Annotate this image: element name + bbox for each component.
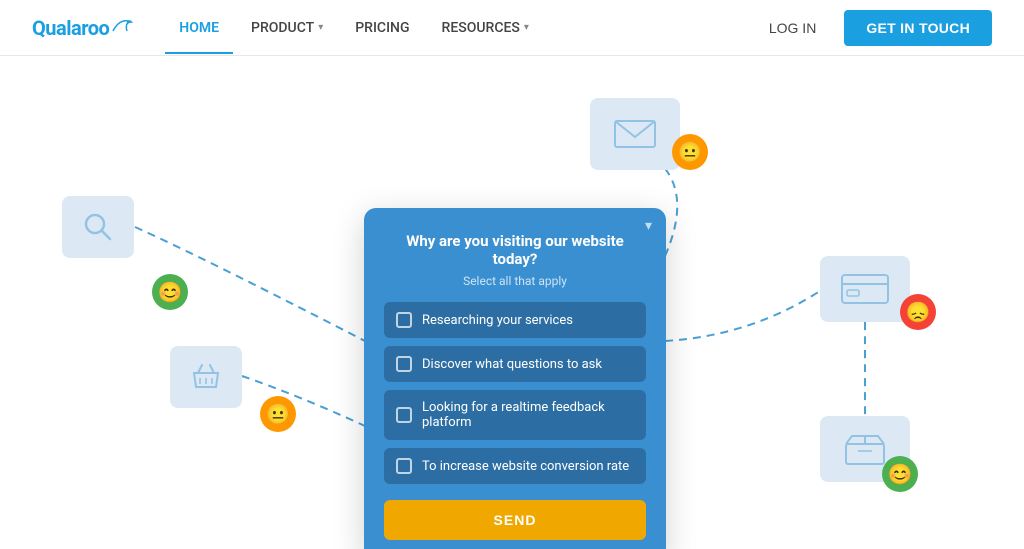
- survey-option-3[interactable]: Looking for a realtime feedback platform: [384, 390, 646, 440]
- checkbox-2[interactable]: [396, 356, 412, 372]
- checkbox-3[interactable]: [396, 407, 412, 423]
- envelope-card: [590, 98, 680, 170]
- send-button[interactable]: SEND: [384, 500, 646, 540]
- emoji-sad-1: 😞: [900, 294, 936, 330]
- survey-subtitle: Select all that apply: [384, 274, 646, 288]
- magnifier-card: [62, 196, 134, 258]
- creditcard-card: [820, 256, 910, 322]
- survey-collapse-icon[interactable]: ▾: [645, 218, 652, 234]
- logo-bird-icon: [111, 17, 133, 38]
- main-canvas: 😊 😐 😐 😞 😊 ▾ Why are you visiting our web…: [0, 56, 1024, 549]
- option-label-2: Discover what questions to ask: [422, 357, 602, 372]
- nav-links: HOME PRODUCT ▾ PRICING RESOURCES ▾: [165, 2, 757, 54]
- emoji-happy-2: 😊: [882, 456, 918, 492]
- checkbox-4[interactable]: [396, 458, 412, 474]
- product-chevron-icon: ▾: [318, 22, 323, 33]
- nav-actions: LOG IN GET IN TOUCH: [757, 10, 992, 46]
- nav-pricing[interactable]: PRICING: [341, 2, 423, 54]
- emoji-neutral-1: 😐: [260, 396, 296, 432]
- survey-card: ▾ Why are you visiting our website today…: [364, 208, 666, 549]
- survey-option-1[interactable]: Researching your services: [384, 302, 646, 338]
- emoji-neutral-2: 😐: [672, 134, 708, 170]
- logo-text: Qualaroo: [32, 16, 109, 40]
- option-label-3: Looking for a realtime feedback platform: [422, 400, 634, 430]
- logo[interactable]: Qualaroo: [32, 16, 133, 40]
- resources-chevron-icon: ▾: [524, 22, 529, 33]
- option-label-4: To increase website conversion rate: [422, 459, 629, 474]
- login-button[interactable]: LOG IN: [757, 12, 828, 44]
- survey-option-2[interactable]: Discover what questions to ask: [384, 346, 646, 382]
- nav-product[interactable]: PRODUCT ▾: [237, 2, 337, 54]
- survey-title: Why are you visiting our website today?: [384, 232, 646, 268]
- survey-option-4[interactable]: To increase website conversion rate: [384, 448, 646, 484]
- nav-home[interactable]: HOME: [165, 2, 233, 54]
- checkbox-1[interactable]: [396, 312, 412, 328]
- navbar: Qualaroo HOME PRODUCT ▾ PRICING RESOURCE…: [0, 0, 1024, 56]
- option-label-1: Researching your services: [422, 313, 573, 328]
- emoji-happy-1: 😊: [152, 274, 188, 310]
- basket-card: [170, 346, 242, 408]
- get-in-touch-button[interactable]: GET IN TOUCH: [844, 10, 992, 46]
- nav-resources[interactable]: RESOURCES ▾: [428, 2, 543, 54]
